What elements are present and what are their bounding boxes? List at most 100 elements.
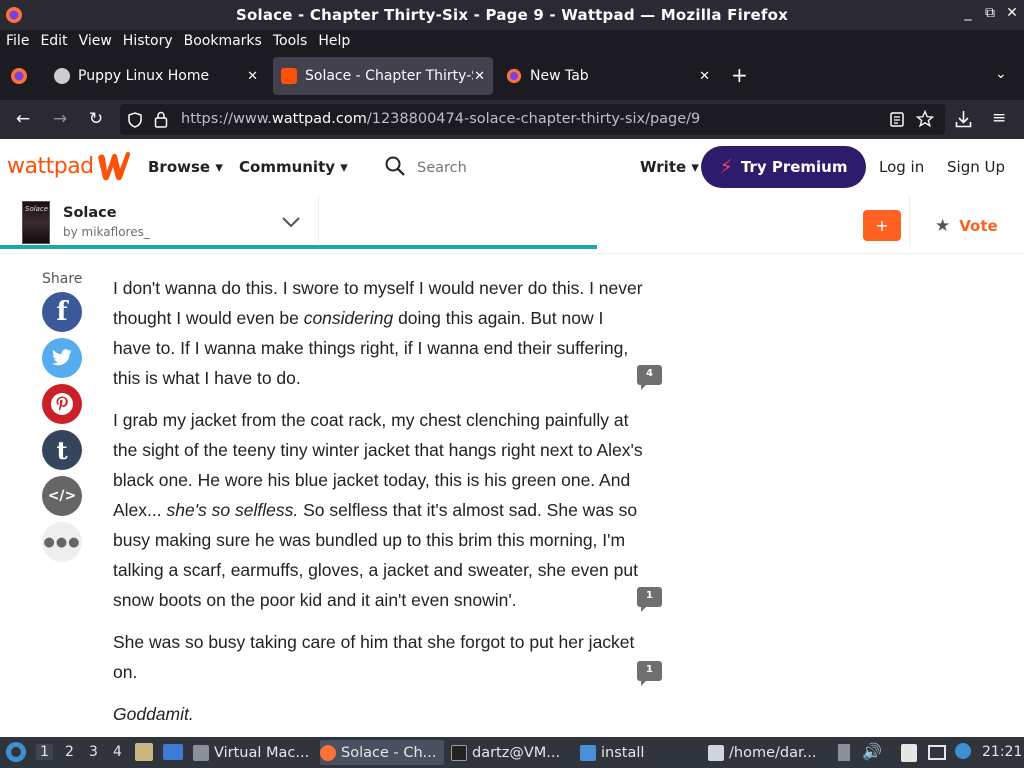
wattpad-header: wattpad Browse ▾ Community ▾ Write ▾ ⚡ T… <box>0 139 1024 196</box>
tab-new-tab[interactable]: New Tab ✕ <box>498 57 718 95</box>
start-menu-icon[interactable] <box>5 741 27 763</box>
browse-menu[interactable]: Browse ▾ <box>148 158 223 176</box>
reload-button[interactable]: ↻ <box>85 109 107 129</box>
firefox-view-icon[interactable] <box>10 67 28 85</box>
wattpad-logo[interactable]: wattpad <box>7 154 94 179</box>
url-text[interactable]: https://www.wattpad.com/1238800474-solac… <box>181 111 700 127</box>
tab-close-icon[interactable]: ✕ <box>474 69 485 84</box>
login-link[interactable]: Log in <box>879 158 924 176</box>
tab-close-icon[interactable]: ✕ <box>699 69 710 84</box>
reader-view-icon[interactable] <box>890 112 904 127</box>
paragraph[interactable]: Goddamit. <box>113 699 643 729</box>
network-icon[interactable] <box>928 745 946 760</box>
taskbar-item-firefox[interactable]: Solace - Ch... <box>320 740 444 765</box>
lock-icon[interactable] <box>154 111 168 128</box>
menu-bar: File Edit View History Bookmarks Tools H… <box>0 30 1024 52</box>
address-bar[interactable]: https://www.wattpad.com/1238800474-solac… <box>120 104 945 135</box>
menu-edit[interactable]: Edit <box>40 33 67 49</box>
file-manager-launcher-icon[interactable] <box>135 743 153 761</box>
volume-icon[interactable]: 🔊 <box>862 742 882 761</box>
paragraph[interactable]: I grab my jacket from the coat rack, my … <box>113 405 643 615</box>
paragraph[interactable]: I don't wanna do this. I swore to myself… <box>113 273 643 393</box>
story-author[interactable]: by mikaflores_ <box>63 225 150 239</box>
star-icon: ★ <box>935 216 951 236</box>
wattpad-w-logo-icon[interactable] <box>95 149 133 183</box>
menu-bookmarks[interactable]: Bookmarks <box>184 33 262 49</box>
app-menu-icon[interactable]: ≡ <box>992 108 1006 128</box>
taskbar-label: Virtual Mac... <box>214 744 310 761</box>
tab-label: New Tab <box>530 68 589 84</box>
vm-icon <box>193 744 209 761</box>
menu-view[interactable]: View <box>79 33 112 49</box>
tab-puppy-linux-home[interactable]: Puppy Linux Home ✕ <box>46 57 266 95</box>
forward-button[interactable]: → <box>49 109 71 129</box>
taskbar-item-terminal[interactable]: dartz@VM... <box>451 740 571 765</box>
write-menu[interactable]: Write ▾ <box>640 158 699 176</box>
menu-history[interactable]: History <box>123 33 173 49</box>
signup-link[interactable]: Sign Up <box>947 158 1005 176</box>
paragraph[interactable]: She was so busy taking care of him that … <box>113 627 643 687</box>
try-premium-button[interactable]: ⚡ Try Premium <box>701 146 866 188</box>
chevron-down-icon[interactable] <box>281 216 301 228</box>
terminal-icon <box>451 744 467 761</box>
tab-strip: Puppy Linux Home ✕ Solace - Chapter Thir… <box>0 52 1024 100</box>
facebook-icon: f <box>56 297 68 327</box>
taskbar-item-editor[interactable]: /home/dar... <box>708 740 828 765</box>
share-pinterest-button[interactable] <box>42 384 82 424</box>
share-embed-button[interactable]: </> <box>42 476 82 516</box>
taskbar-item-install[interactable]: install <box>580 740 700 765</box>
close-window-button[interactable]: ✕ <box>1002 5 1022 21</box>
inline-comment-count[interactable]: 1 <box>637 587 662 612</box>
taskbar-label: /home/dar... <box>729 744 817 761</box>
share-tumblr-button[interactable]: t <box>42 430 82 470</box>
community-menu[interactable]: Community ▾ <box>239 158 348 176</box>
divider <box>909 196 910 246</box>
search-input[interactable] <box>417 160 597 176</box>
inline-comment-count[interactable]: 1 <box>637 661 662 686</box>
twitter-icon <box>52 349 72 366</box>
bookmark-star-icon[interactable] <box>916 110 934 128</box>
restore-button[interactable]: ⧉ <box>980 5 1000 21</box>
update-icon[interactable] <box>955 743 971 759</box>
share-twitter-button[interactable] <box>42 338 82 378</box>
firefox-icon <box>320 744 336 761</box>
menu-file[interactable]: File <box>6 33 29 49</box>
share-facebook-button[interactable]: f <box>42 292 82 332</box>
story-body: I don't wanna do this. I swore to myself… <box>113 273 643 741</box>
downloads-icon[interactable] <box>955 110 972 128</box>
new-tab-button[interactable]: + <box>731 65 748 85</box>
tab-solace-chapter[interactable]: Solace - Chapter Thirty-S ✕ <box>273 57 493 95</box>
workspace-1[interactable]: 1 <box>36 744 53 760</box>
inline-comment-count[interactable]: 4 <box>637 365 662 390</box>
list-all-tabs-icon[interactable]: ⌄ <box>995 66 1007 82</box>
workspace-4[interactable]: 4 <box>113 744 122 760</box>
workspace-3[interactable]: 3 <box>89 744 98 760</box>
tab-close-icon[interactable]: ✕ <box>247 69 258 84</box>
taskbar: 1 2 3 4 Virtual Mac... Solace - Ch... da… <box>0 737 1024 768</box>
scroll-indicator-icon[interactable] <box>838 744 850 761</box>
window-titlebar: Solace - Chapter Thirty-Six - Page 9 - W… <box>0 0 1024 30</box>
taskbar-item-virtual-machine[interactable]: Virtual Mac... <box>193 740 313 765</box>
vote-button[interactable]: ★ Vote <box>935 216 998 236</box>
folder-icon <box>580 744 596 761</box>
back-button[interactable]: ← <box>12 109 34 129</box>
firefox-logo-icon <box>6 7 22 23</box>
search-icon[interactable] <box>385 156 405 176</box>
minimize-button[interactable]: _ <box>958 5 978 21</box>
add-to-library-button[interactable]: + <box>863 210 901 241</box>
story-cover-image[interactable]: Solace <box>22 201 50 244</box>
share-more-button[interactable]: ●●● <box>42 522 82 562</box>
more-options-icon: ●●● <box>43 534 81 550</box>
clipboard-icon[interactable] <box>901 744 917 762</box>
firefox-favicon-icon <box>506 68 522 84</box>
menu-tools[interactable]: Tools <box>273 33 308 49</box>
menu-help[interactable]: Help <box>318 33 350 49</box>
clock[interactable]: 21:21 <box>982 744 1022 760</box>
lightning-icon: ⚡ <box>719 156 733 178</box>
story-title[interactable]: Solace <box>63 205 117 221</box>
shield-icon[interactable] <box>128 112 142 128</box>
workspace-2[interactable]: 2 <box>65 744 74 760</box>
desktop-launcher-icon[interactable] <box>163 744 183 760</box>
tab-label: Puppy Linux Home <box>78 68 210 84</box>
taskbar-label: Solace - Ch... <box>341 744 437 761</box>
